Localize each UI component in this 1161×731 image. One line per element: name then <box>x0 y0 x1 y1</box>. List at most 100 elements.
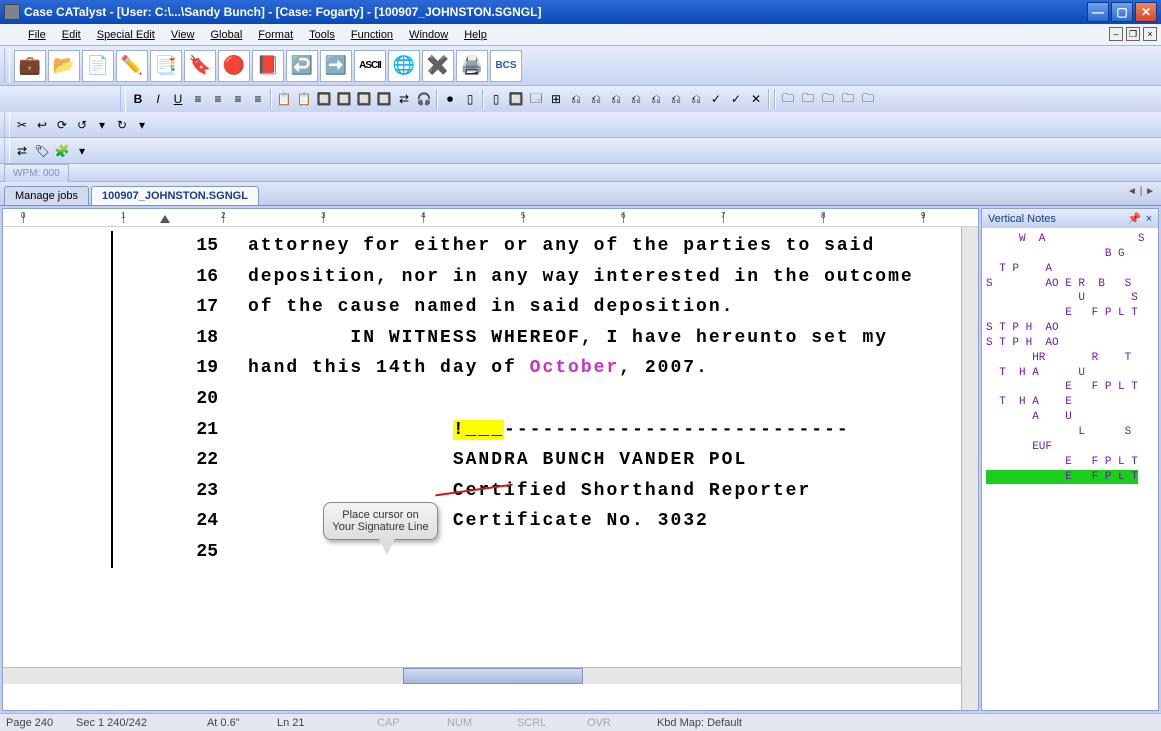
horizontal-scrollbar[interactable] <box>3 667 961 684</box>
toolbar-button-6[interactable]: 🔴 <box>218 50 250 82</box>
doc-restore[interactable]: ❐ <box>1126 27 1140 41</box>
close-button[interactable]: ✕ <box>1135 2 1157 22</box>
format-button-24[interactable]: ⎌ <box>626 89 646 109</box>
extra-button-2[interactable]: 🧩 <box>52 141 72 161</box>
tab-document[interactable]: 100907_JOHNSTON.SGNGL <box>91 186 259 205</box>
format-button-2[interactable]: U <box>168 89 188 109</box>
format-button-21[interactable]: ⎌ <box>566 89 586 109</box>
toolbar-button-10[interactable]: ASCII <box>354 50 386 82</box>
format-button-25[interactable]: ⎌ <box>646 89 666 109</box>
format-button-19[interactable]: 🗔 <box>526 89 546 109</box>
format-button-30[interactable]: ✕ <box>746 89 766 109</box>
menu-file[interactable]: File <box>20 27 54 43</box>
format-button-28[interactable]: ✓ <box>706 89 726 109</box>
transcript-line[interactable]: 18 IN WITNESS WHEREOF, I have hereunto s… <box>3 323 961 354</box>
menu-window[interactable]: Window <box>401 27 456 43</box>
format-button-26[interactable]: ⎌ <box>666 89 686 109</box>
format-button-7[interactable]: 📋 <box>274 89 294 109</box>
transcript-line[interactable]: 20 <box>3 384 961 415</box>
notes-close-icon[interactable]: × <box>1146 213 1152 225</box>
extra-button-3[interactable]: ▾ <box>72 141 92 161</box>
transcript-line[interactable]: 23 Certified Shorthand Reporter <box>3 476 961 507</box>
toolbar-handle[interactable] <box>4 48 10 83</box>
edit-button-3[interactable]: ↺ <box>72 115 92 135</box>
toolbar-button-9[interactable]: ➡️ <box>320 50 352 82</box>
format-button-14[interactable]: 🎧 <box>414 89 434 109</box>
toolbar-handle[interactable] <box>4 138 10 163</box>
month-field[interactable]: October <box>530 358 620 378</box>
toolbar-button-14[interactable]: BCS <box>490 50 522 82</box>
format-button-13[interactable]: ⇄ <box>394 89 414 109</box>
transcript-line[interactable]: 21 !___--------------------------- <box>3 415 961 446</box>
transcript-line[interactable]: 25 <box>3 537 961 568</box>
format-button-8[interactable]: 📋 <box>294 89 314 109</box>
line-text[interactable]: hand this 14th day of October, 2007. <box>248 353 961 384</box>
extra-button-1[interactable]: 🏷 <box>32 141 52 161</box>
format-button-35[interactable]: 🗀 <box>838 89 858 109</box>
menu-edit[interactable]: Edit <box>54 27 89 43</box>
edit-button-5[interactable]: ↻ <box>112 115 132 135</box>
tab-manage-jobs[interactable]: Manage jobs <box>4 186 89 205</box>
line-text[interactable] <box>248 384 961 415</box>
format-button-18[interactable]: 🔲 <box>506 89 526 109</box>
format-button-17[interactable]: ▯ <box>486 89 506 109</box>
doc-minimize[interactable]: – <box>1109 27 1123 41</box>
toolbar-button-7[interactable]: 📕 <box>252 50 284 82</box>
toolbar-button-8[interactable]: ↩️ <box>286 50 318 82</box>
format-button-27[interactable]: ⎌ <box>686 89 706 109</box>
toolbar-button-3[interactable]: ✏️ <box>116 50 148 82</box>
pin-icon[interactable]: 📌 <box>1128 212 1142 225</box>
document-scroll[interactable]: 15attorney for either or any of the part… <box>3 227 961 710</box>
format-button-29[interactable]: ✓ <box>726 89 746 109</box>
edit-button-0[interactable]: ✂ <box>12 115 32 135</box>
edit-button-1[interactable]: ↩ <box>32 115 52 135</box>
toolbar-button-12[interactable]: ✖️ <box>422 50 454 82</box>
toolbar-button-5[interactable]: 🔖 <box>184 50 216 82</box>
toolbar-button-13[interactable]: 🖨️ <box>456 50 488 82</box>
extra-button-0[interactable]: ⇄ <box>12 141 32 161</box>
toolbar-button-1[interactable]: 📂 <box>48 50 80 82</box>
toolbar-button-11[interactable]: 🌐 <box>388 50 420 82</box>
notes-body[interactable]: W A S B G T P A S AO E R B S U S E F P L… <box>982 228 1158 710</box>
notes-title-bar[interactable]: Vertical Notes 📌 × <box>982 209 1158 228</box>
minimize-button[interactable]: — <box>1087 2 1109 22</box>
format-button-23[interactable]: ⎌ <box>606 89 626 109</box>
toolbar-button-4[interactable]: 📑 <box>150 50 182 82</box>
format-button-12[interactable]: 🔲 <box>374 89 394 109</box>
edit-button-2[interactable]: ⟳ <box>52 115 72 135</box>
format-button-11[interactable]: 🔲 <box>354 89 374 109</box>
signature-cursor[interactable]: !___ <box>453 420 504 440</box>
toolbar-handle[interactable] <box>4 112 10 137</box>
scrollbar-thumb[interactable] <box>403 668 583 684</box>
doc-close[interactable]: × <box>1143 27 1157 41</box>
menu-global[interactable]: Global <box>202 27 250 43</box>
edit-button-6[interactable]: ▾ <box>132 115 152 135</box>
format-button-9[interactable]: 🔲 <box>314 89 334 109</box>
menu-help[interactable]: Help <box>456 27 495 43</box>
format-button-5[interactable]: ≡ <box>228 89 248 109</box>
toolbar-handle[interactable] <box>120 86 126 112</box>
transcript-line[interactable]: 24 Certificate No. 3032 <box>3 506 961 537</box>
format-button-20[interactable]: ⊞ <box>546 89 566 109</box>
menu-special-edit[interactable]: Special Edit <box>89 27 163 43</box>
toolbar-button-2[interactable]: 📄 <box>82 50 114 82</box>
line-text[interactable]: SANDRA BUNCH VANDER POL <box>248 445 961 476</box>
line-text[interactable] <box>248 537 961 568</box>
menu-format[interactable]: Format <box>250 27 301 43</box>
format-button-15[interactable]: ⏺ <box>440 89 460 109</box>
vertical-scrollbar[interactable] <box>961 227 978 710</box>
line-text[interactable]: attorney for either or any of the partie… <box>248 231 961 262</box>
line-text[interactable]: of the cause named in said deposition. <box>248 292 961 323</box>
format-button-4[interactable]: ≡ <box>208 89 228 109</box>
format-button-10[interactable]: 🔲 <box>334 89 354 109</box>
format-button-3[interactable]: ≡ <box>188 89 208 109</box>
format-button-16[interactable]: ▯ <box>460 89 480 109</box>
menu-tools[interactable]: Tools <box>301 27 343 43</box>
maximize-button[interactable]: ▢ <box>1111 2 1133 22</box>
format-button-0[interactable]: B <box>128 89 148 109</box>
ruler[interactable]: 0123456789 <box>3 209 978 227</box>
tab-scroll-arrows[interactable]: ◄ | ► <box>1127 186 1155 197</box>
line-text[interactable]: !___--------------------------- <box>248 415 961 446</box>
transcript-line[interactable]: 15attorney for either or any of the part… <box>3 231 961 262</box>
line-text[interactable]: deposition, nor in any way interested in… <box>248 262 961 293</box>
